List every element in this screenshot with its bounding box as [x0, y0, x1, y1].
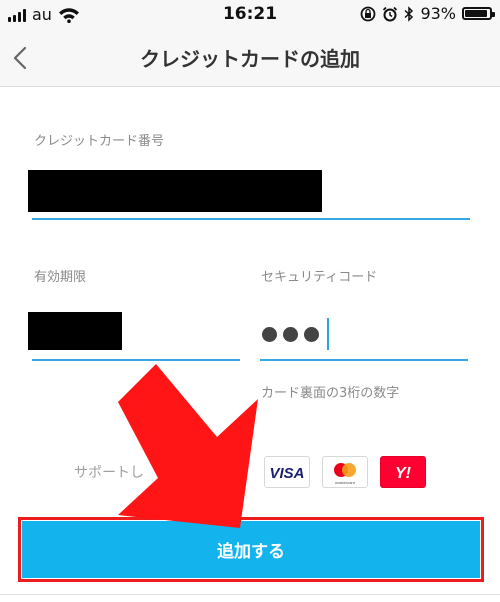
card-number-label: クレジットカード番号	[34, 134, 165, 149]
mastercard-label: mastercard	[335, 480, 355, 485]
security-code-hint: カード裏面の3桁の数字	[261, 386, 400, 401]
security-code-label: セキュリティコード	[261, 270, 378, 285]
red-arrow-annotation	[118, 364, 258, 528]
navigation-bar: クレジットカードの追加	[0, 30, 500, 87]
security-code-masked	[262, 318, 329, 350]
alarm-icon	[383, 6, 398, 21]
card-number-underline	[32, 218, 470, 220]
supported-cards-label-end: ド	[226, 465, 240, 481]
visa-card-icon: VISA	[264, 456, 310, 488]
redacted-expiry	[28, 312, 122, 350]
yahoo-card-label: Y!	[395, 465, 412, 482]
status-right: 93%	[360, 4, 495, 23]
bottom-divider	[0, 594, 500, 595]
bluetooth-icon	[404, 5, 414, 22]
add-card-button[interactable]: 追加する	[22, 521, 480, 578]
yahoo-card-icon: Y!	[380, 456, 426, 488]
expiry-underline	[32, 359, 240, 361]
add-card-button-label: 追加する	[217, 542, 285, 562]
mask-dot	[304, 326, 319, 342]
status-bar: au 16:21 93%	[0, 0, 500, 30]
expiry-field[interactable]	[28, 310, 240, 364]
page-title: クレジットカードの追加	[140, 47, 360, 71]
supported-cards-row: サポートし ド VISA mastercard Y!	[0, 456, 500, 488]
expiry-label: 有効期限	[34, 270, 87, 285]
card-number-field[interactable]	[28, 168, 470, 222]
mask-dot	[262, 326, 277, 342]
battery-icon	[462, 7, 495, 20]
mastercard-icon: mastercard	[322, 456, 368, 488]
supported-cards-label-start: サポートし	[74, 465, 144, 481]
redacted-card-number	[28, 170, 322, 212]
security-code-underline	[260, 359, 468, 361]
visa-card-label: VISA	[269, 465, 304, 482]
rotation-lock-icon	[361, 6, 376, 21]
text-caret	[327, 318, 329, 350]
battery-percent: 93%	[420, 4, 456, 23]
mask-dot	[283, 326, 298, 342]
